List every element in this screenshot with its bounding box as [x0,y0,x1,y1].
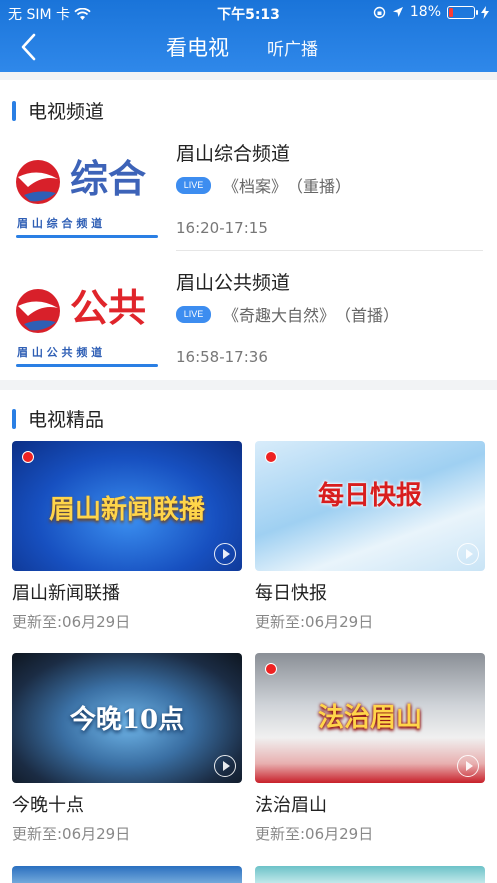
program-title: 眉山新闻联播 [12,583,120,604]
nav-bar: 看电视 听广播 [0,28,497,68]
program-thumbnail: 眉山新闻联播 [12,441,242,571]
logo-sub-text: 眉 山 综 合 频 道 [17,216,102,229]
active-underline [16,235,158,238]
program-info: 《奇趣大自然》 （首播） [223,302,399,326]
channel-item[interactable]: 公共 眉 山 公 共 频 道 眉山公共频道 LIVE 《奇趣大自然》 （首播） 1… [0,262,497,390]
live-badge: LIVE [176,177,211,194]
program-thumbnail: 每日快报 [255,441,485,571]
channel-name: 眉山综合频道 [176,143,291,165]
orientation-lock-icon [373,6,386,18]
program-updated: 更新至:06月29日 [255,825,374,843]
thumbnail-logo [22,451,34,463]
program-card[interactable]: 每日快报 每日快报 更新至:06月29日 [255,441,485,632]
channel-name: 眉山公共频道 [176,272,291,294]
program-title: 每日快报 [255,583,327,604]
program-card-partial[interactable] [255,866,485,883]
program-tag: （重播） [295,177,352,196]
channel-logo-zonghe: 综合 眉 山 综 合 频 道 [16,157,146,229]
program-title: 法治眉山 [255,795,327,816]
program-title: 《档案》 [223,177,288,196]
play-icon[interactable] [457,755,479,777]
program-thumbnail: 法治眉山 [255,653,485,783]
battery-percent: 18% [409,4,441,20]
play-icon[interactable] [214,543,236,565]
program-card[interactable]: 法治眉山 法治眉山 更新至:06月29日 [255,653,485,844]
status-right: 18% [373,4,489,20]
logo-main-text: 公共 [70,286,146,330]
thumbnail-caption: 每日快报 [317,481,422,511]
active-underline [16,364,158,367]
program-card[interactable]: 眉山新闻联播 眉山新闻联播 更新至:06月29日 [12,441,242,632]
program-updated: 更新至:06月29日 [12,825,131,843]
program-title: 《奇趣大自然》 [223,306,336,325]
section-title-text: 电视精品 [28,409,105,431]
program-title: 今晚十点 [12,795,84,816]
tab-watch-tv[interactable]: 看电视 [166,32,229,62]
channel-logo-gonggong: 公共 眉 山 公 共 频 道 [16,286,146,358]
program-card[interactable]: 今晚10点 今晚十点 更新至:06月29日 [12,653,242,844]
program-card-partial[interactable] [12,866,242,883]
play-icon[interactable] [457,543,479,565]
channel-item[interactable]: 综合 眉 山 综 合 频 道 眉山综合频道 LIVE 《档案》 （重播） 16:2… [0,133,497,261]
thumbnail-caption: 眉山新闻联播 [48,495,205,525]
battery-fill [449,7,453,17]
tab-listen-radio[interactable]: 听广播 [267,35,318,60]
program-info: 《档案》 （重播） [223,173,351,197]
thumbnail-logo [265,663,277,675]
play-icon[interactable] [214,755,236,777]
logo-main-text: 综合 [70,157,146,201]
program-updated: 更新至:06月29日 [255,613,374,631]
charging-icon [481,5,489,19]
featured-section: 电视精品 眉山新闻联播 眉山新闻联播 更新至:06月29日 每日快报 每日快报 … [0,390,497,883]
logo-sub-text: 眉 山 公 共 频 道 [17,345,102,358]
program-tag: （首播） [343,306,400,325]
section-title: 电视频道 [12,97,104,124]
header: 无 SIM 卡 下午5:13 18% 看电视 听广播 [0,0,497,72]
thumbnail-caption: 今晚10点 [69,705,185,735]
program-thumbnail: 今晚10点 [12,653,242,783]
section-bar [12,100,16,121]
section-title-text: 电视频道 [28,101,105,123]
program-time: 16:20-17:15 [176,219,268,237]
program-updated: 更新至:06月29日 [12,613,131,631]
divider [176,250,483,251]
live-badge: LIVE [176,306,211,323]
thumbnail-logo [265,451,277,463]
battery-icon [447,5,478,19]
tv-channels-section: 电视频道 综合 眉 山 综 合 频 道 眉山综合频道 LIVE 《档案》 （重播）… [0,80,497,380]
section-bar [12,408,16,429]
section-title: 电视精品 [12,405,104,432]
thumbnail-caption: 法治眉山 [317,703,422,733]
location-icon [392,7,403,17]
status-bar: 无 SIM 卡 下午5:13 18% [0,0,497,26]
back-button[interactable] [14,30,44,64]
program-time: 16:58-17:36 [176,348,268,366]
